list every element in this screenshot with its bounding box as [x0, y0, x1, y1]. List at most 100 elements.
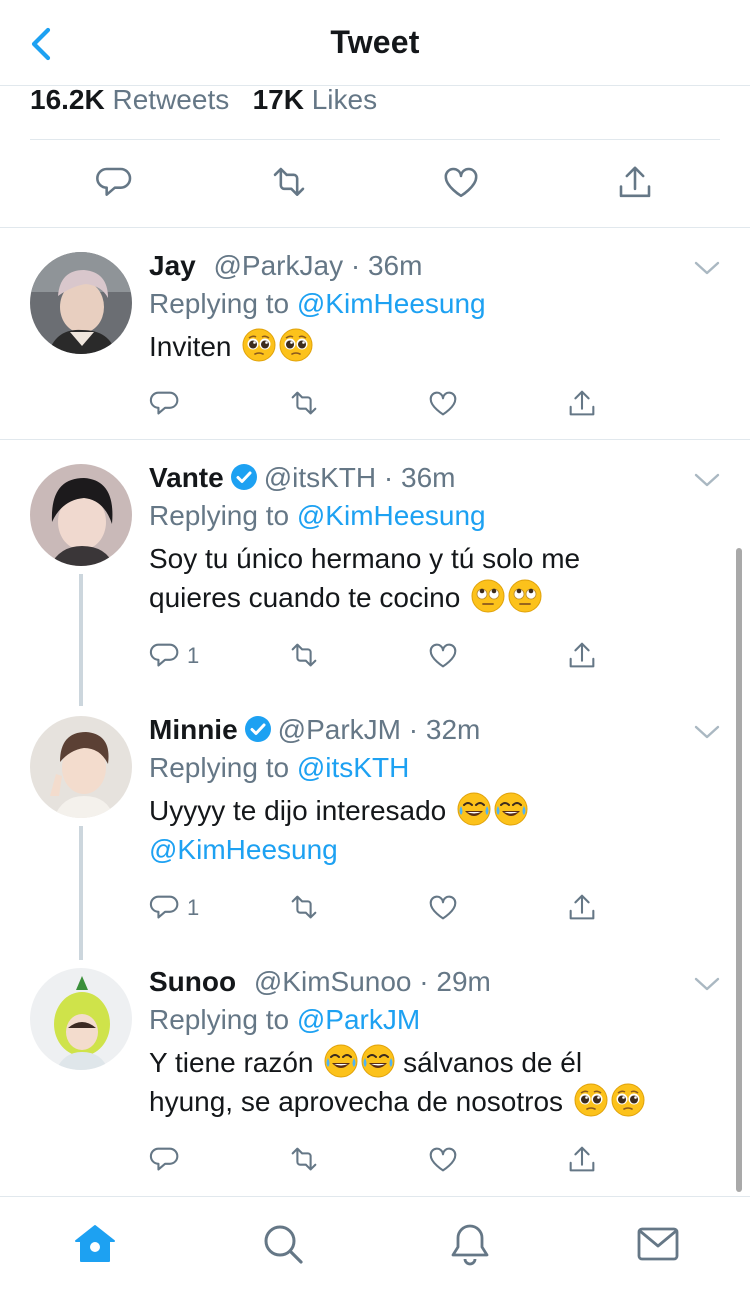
like-icon [429, 391, 457, 416]
tweet-meta: Minnie @ParkJM · 32m [149, 712, 709, 748]
handle[interactable]: @itsKTH [264, 462, 376, 493]
scrollbar[interactable] [736, 548, 742, 1192]
reply-action-bar: 1 [149, 890, 609, 926]
reply-button[interactable]: 1 [149, 890, 199, 926]
top-nav-bar: Tweet [0, 0, 750, 86]
avatar[interactable] [30, 252, 132, 354]
messages-icon[interactable] [635, 1221, 681, 1267]
like-icon [429, 1147, 457, 1172]
avatar[interactable] [30, 968, 132, 1070]
tweet-text-line: hyung, se aprovecha de nosotros [149, 1086, 564, 1117]
display-name[interactable]: Jay [149, 250, 196, 281]
share-icon [569, 642, 595, 668]
dot-separator: · [401, 714, 426, 745]
reply-icon[interactable] [95, 162, 137, 204]
tweet-mention-link[interactable]: @KimHeesung [149, 830, 709, 869]
tweet-text: Y tiene razón sálvanos de él hyung, se a… [149, 1043, 709, 1121]
dot-separator: · [343, 250, 368, 281]
pleading-face-emoji-icon [279, 328, 314, 362]
reply-icon [149, 1147, 179, 1171]
eye-roll-emoji-icon [471, 579, 506, 613]
replying-mention[interactable]: @ParkJM [297, 1004, 420, 1035]
display-name[interactable]: Sunoo [149, 966, 236, 997]
likes-label[interactable]: Likes [312, 84, 377, 115]
reply-tweet[interactable]: Minnie @ParkJM · 32m Replying to @itsKTH … [0, 692, 750, 944]
handle[interactable]: @ParkJay [214, 250, 344, 281]
share-icon [569, 390, 595, 416]
share-icon [569, 1146, 595, 1172]
timestamp: 36m [367, 250, 423, 281]
share-button[interactable] [565, 890, 599, 926]
handle[interactable]: @KimSunoo [254, 966, 412, 997]
avatar[interactable] [30, 464, 132, 566]
tears-of-joy-emoji-icon [494, 792, 529, 826]
like-button[interactable] [426, 1142, 460, 1178]
tweet-text: Soy tu único hermano y tú solo me quiere… [149, 539, 709, 617]
search-icon[interactable] [260, 1221, 306, 1267]
share-icon [569, 894, 595, 920]
reply-count: 1 [187, 643, 200, 668]
timestamp: 29m [436, 966, 491, 997]
retweets-count[interactable]: 16.2K [30, 84, 105, 115]
tweet-text-line: Soy tu único hermano y tú solo me [149, 543, 581, 574]
retweet-icon [291, 391, 317, 415]
tweet-text-line: Y tiene razón [149, 1047, 314, 1078]
share-button[interactable] [565, 1142, 599, 1178]
like-button[interactable] [426, 386, 460, 422]
tweet-text-line: Uyyyy te dijo interesado [149, 795, 447, 826]
tears-of-joy-emoji-icon [324, 1044, 359, 1078]
tweet-meta: Vante @itsKTH · 36m [149, 460, 709, 496]
reply-icon [149, 643, 179, 667]
reply-icon [149, 895, 179, 919]
replying-mention[interactable]: @KimHeesung [297, 500, 486, 531]
tears-of-joy-emoji-icon [457, 792, 492, 826]
reply-button[interactable]: 1 [149, 638, 199, 674]
reply-tweet[interactable]: Vante @itsKTH · 36m Replying to @KimHeesu… [0, 440, 750, 692]
pleading-face-emoji-icon [574, 1083, 608, 1117]
share-button[interactable] [565, 638, 599, 674]
retweet-button[interactable] [287, 1142, 321, 1178]
tweet-text: Uyyyy te dijo interesado @KimHeesung [149, 791, 709, 869]
reply-button[interactable] [149, 386, 187, 422]
display-name[interactable]: Minnie [149, 714, 238, 745]
retweet-icon[interactable] [268, 162, 310, 204]
reply-icon [149, 391, 179, 415]
likes-count[interactable]: 17K [253, 84, 304, 115]
page-title: Tweet [330, 24, 420, 60]
replying-prefix: Replying to [149, 1004, 290, 1035]
reply-button[interactable] [149, 1142, 187, 1178]
display-name[interactable]: Vante [149, 462, 224, 493]
reply-action-bar: 1 [149, 638, 609, 674]
like-button[interactable] [426, 638, 460, 674]
replying-mention[interactable]: @KimHeesung [297, 288, 486, 319]
tweet-text-line: sálvanos de él [403, 1047, 583, 1078]
share-icon[interactable] [614, 162, 656, 204]
retweet-icon [291, 895, 317, 919]
like-icon[interactable] [440, 162, 482, 204]
replying-prefix: Replying to [149, 288, 290, 319]
like-button[interactable] [426, 890, 460, 926]
retweets-label[interactable]: Retweets [113, 84, 230, 115]
reply-tweet[interactable]: Jay @ParkJay · 36m Replying to @KimHeesu… [0, 228, 750, 440]
handle[interactable]: @ParkJM [278, 714, 401, 745]
home-icon[interactable] [72, 1221, 118, 1267]
retweet-button[interactable] [287, 638, 321, 674]
dot-separator: · [376, 462, 402, 493]
retweet-button[interactable] [287, 890, 321, 926]
replying-mention[interactable]: @itsKTH [297, 752, 409, 783]
tweet-text: Inviten [149, 327, 709, 366]
avatar[interactable] [30, 716, 132, 818]
reply-action-bar [149, 1142, 609, 1178]
eye-roll-emoji-icon [508, 579, 543, 613]
replying-to: Replying to @ParkJM [149, 1002, 709, 1038]
reply-tweet[interactable]: Sunoo @KimSunoo · 29m Replying to @ParkJ… [0, 944, 750, 1196]
tweet-action-bar [0, 140, 750, 228]
dot-separator: · [411, 966, 437, 997]
notifications-icon[interactable] [447, 1221, 493, 1267]
replying-to: Replying to @KimHeesung [149, 286, 709, 322]
like-icon [429, 895, 457, 920]
pleading-face-emoji-icon [611, 1083, 645, 1117]
share-button[interactable] [565, 386, 599, 422]
retweet-button[interactable] [287, 386, 321, 422]
replying-prefix: Replying to [149, 752, 290, 783]
